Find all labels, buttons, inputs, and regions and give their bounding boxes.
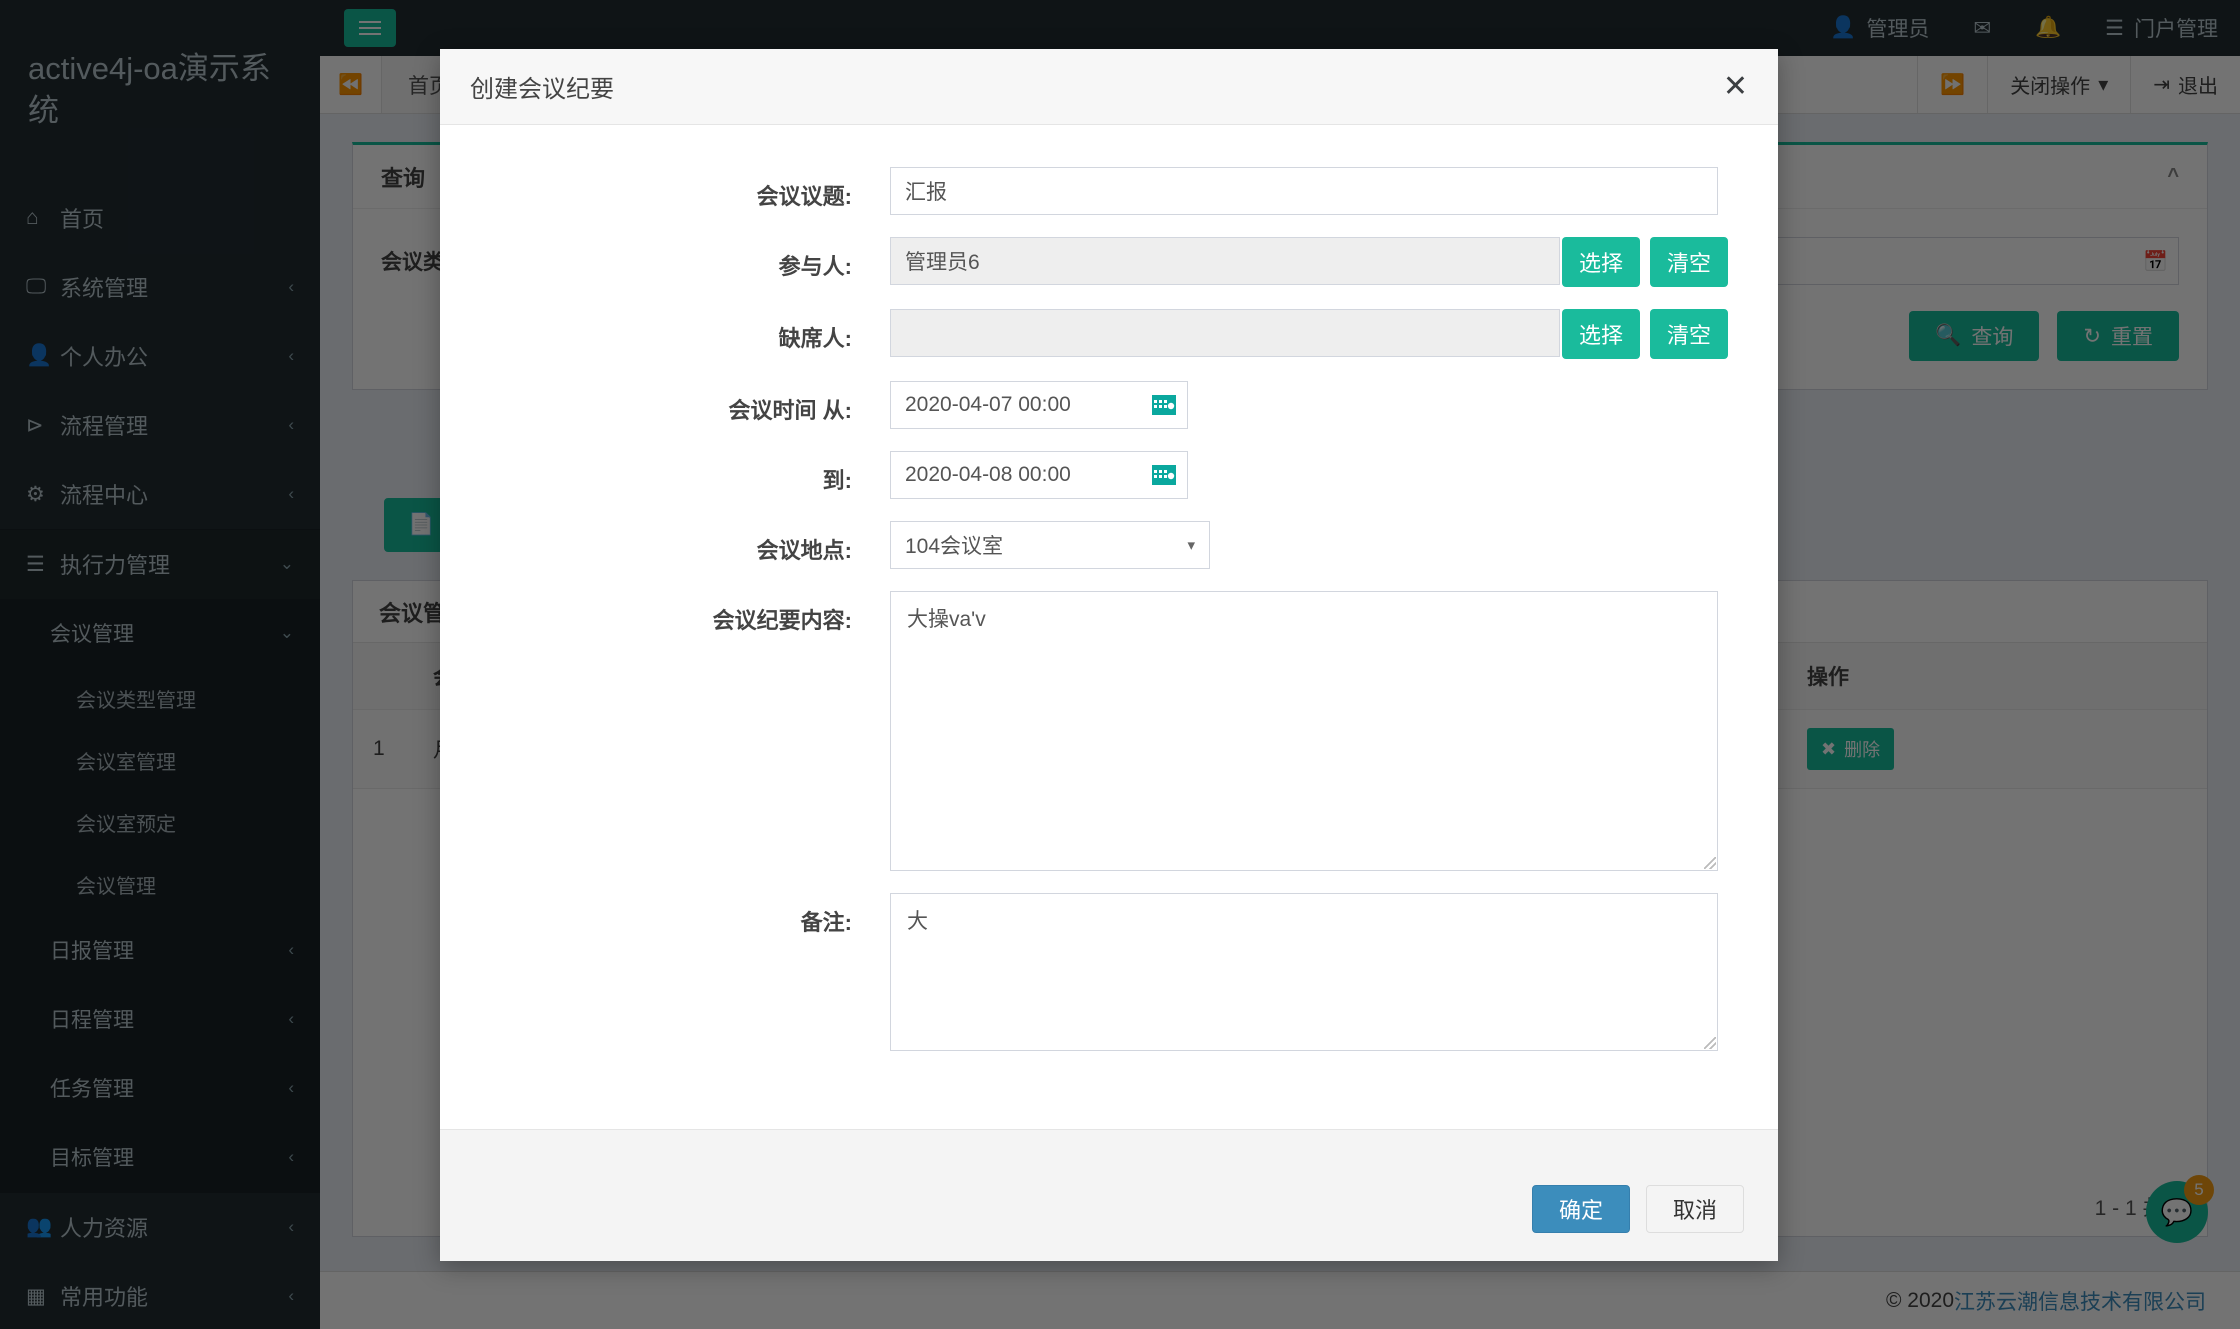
attendee-select-button[interactable]: 选择 — [1562, 237, 1640, 287]
topic-label: 会议议题: — [440, 167, 890, 211]
topic-control: 汇报 — [890, 167, 1718, 215]
minutes-control: 大操va'v — [890, 591, 1718, 871]
minutes-textarea-wrap: 大操va'v — [890, 591, 1718, 871]
cancel-button-label: 取消 — [1673, 1193, 1717, 1225]
time-to-control: 2020-04-08 00:00 — [890, 451, 1188, 499]
dialog-footer: 确定 取消 — [440, 1129, 1778, 1261]
absentee-select-label: 选择 — [1579, 318, 1623, 350]
time-from-input[interactable]: 2020-04-07 00:00 — [890, 381, 1188, 429]
resize-handle[interactable] — [1704, 1037, 1716, 1049]
ok-button[interactable]: 确定 — [1532, 1185, 1630, 1233]
field-row-minutes: 会议纪要内容: 大操va'v — [440, 591, 1778, 871]
topic-input[interactable]: 汇报 — [890, 167, 1718, 215]
absentee-label: 缺席人: — [440, 309, 890, 353]
minutes-textarea-value: 大操va'v — [907, 608, 986, 631]
field-row-topic: 会议议题: 汇报 — [440, 167, 1778, 215]
cancel-button[interactable]: 取消 — [1646, 1185, 1744, 1233]
minutes-label: 会议纪要内容: — [440, 591, 890, 635]
place-label: 会议地点: — [440, 521, 890, 565]
remark-textarea-wrap: 大 — [890, 893, 1718, 1051]
topic-input-value: 汇报 — [905, 176, 947, 206]
place-control: 104会议室 ▾ — [890, 521, 1210, 569]
remark-label: 备注: — [440, 893, 890, 937]
app-root: active4j-oa演示系统 ⌂ 首页 🖵 系统管理 ‹ 👤 个人办公 ‹ — [0, 0, 2240, 1329]
close-icon[interactable]: ✕ — [1723, 72, 1748, 102]
attendee-select-label: 选择 — [1579, 246, 1623, 278]
field-row-absentee: 缺席人: 选择 清空 — [440, 309, 1778, 359]
time-to-label: 到: — [440, 451, 890, 495]
absentee-clear-label: 清空 — [1667, 318, 1711, 350]
absentee-input[interactable] — [890, 309, 1560, 357]
dialog-body: 会议议题: 汇报 参与人: 管理员6 选择 清空 — [440, 125, 1778, 1129]
create-meeting-minutes-dialog: 创建会议纪要 ✕ 会议议题: 汇报 参与人: 管理员6 — [440, 49, 1778, 1261]
dialog-title: 创建会议纪要 — [470, 69, 614, 104]
time-from-control: 2020-04-07 00:00 — [890, 381, 1188, 429]
field-row-time-to: 到: 2020-04-08 00:00 — [440, 451, 1778, 499]
field-row-time-from: 会议时间 从: 2020-04-07 00:00 — [440, 381, 1778, 429]
attendee-input[interactable]: 管理员6 — [890, 237, 1560, 285]
field-row-attendee: 参与人: 管理员6 选择 清空 — [440, 237, 1778, 287]
absentee-control: 选择 清空 — [890, 309, 1728, 359]
place-select[interactable]: 104会议室 ▾ — [890, 521, 1210, 569]
attendee-clear-label: 清空 — [1667, 246, 1711, 278]
time-from-label: 会议时间 从: — [440, 381, 890, 425]
dialog-header: 创建会议纪要 ✕ — [440, 49, 1778, 125]
attendee-input-value: 管理员6 — [905, 246, 980, 276]
attendee-control: 管理员6 选择 清空 — [890, 237, 1728, 287]
resize-handle[interactable] — [1704, 857, 1716, 869]
minutes-textarea[interactable]: 大操va'v — [890, 591, 1718, 871]
time-to-input-value: 2020-04-08 00:00 — [905, 463, 1071, 487]
attendee-label: 参与人: — [440, 237, 890, 281]
attendee-clear-button[interactable]: 清空 — [1650, 237, 1728, 287]
field-row-place: 会议地点: 104会议室 ▾ — [440, 521, 1778, 569]
absentee-select-button[interactable]: 选择 — [1562, 309, 1640, 359]
remark-textarea-value: 大 — [907, 910, 928, 933]
ok-button-label: 确定 — [1559, 1193, 1603, 1225]
chevron-down-icon: ▾ — [1187, 536, 1195, 554]
time-to-input[interactable]: 2020-04-08 00:00 — [890, 451, 1188, 499]
absentee-clear-button[interactable]: 清空 — [1650, 309, 1728, 359]
calendar-icon[interactable] — [1151, 464, 1177, 486]
field-row-remark: 备注: 大 — [440, 893, 1778, 1051]
remark-control: 大 — [890, 893, 1718, 1051]
place-select-value: 104会议室 — [905, 530, 1003, 560]
remark-textarea[interactable]: 大 — [890, 893, 1718, 1051]
time-from-input-value: 2020-04-07 00:00 — [905, 393, 1071, 417]
calendar-icon[interactable] — [1151, 394, 1177, 416]
